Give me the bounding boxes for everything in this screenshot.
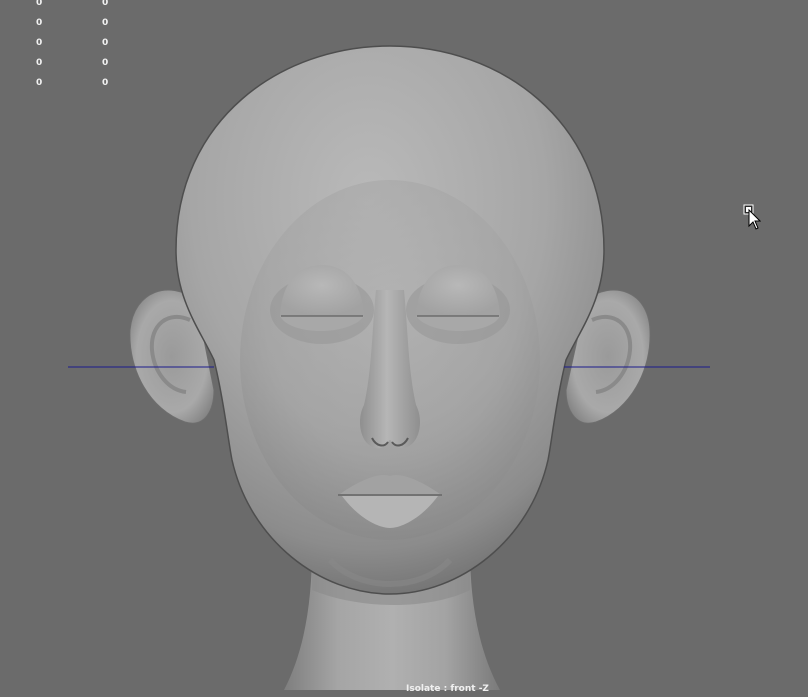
- view-label: Isolate : front -Z: [406, 684, 489, 694]
- arrow-pointer-icon: [743, 204, 761, 230]
- head-mesh-model[interactable]: [0, 0, 808, 697]
- 3d-viewport[interactable]: 0 0 0 0 0 0 0 0 0 0 Isolate: front -Z: [0, 0, 808, 697]
